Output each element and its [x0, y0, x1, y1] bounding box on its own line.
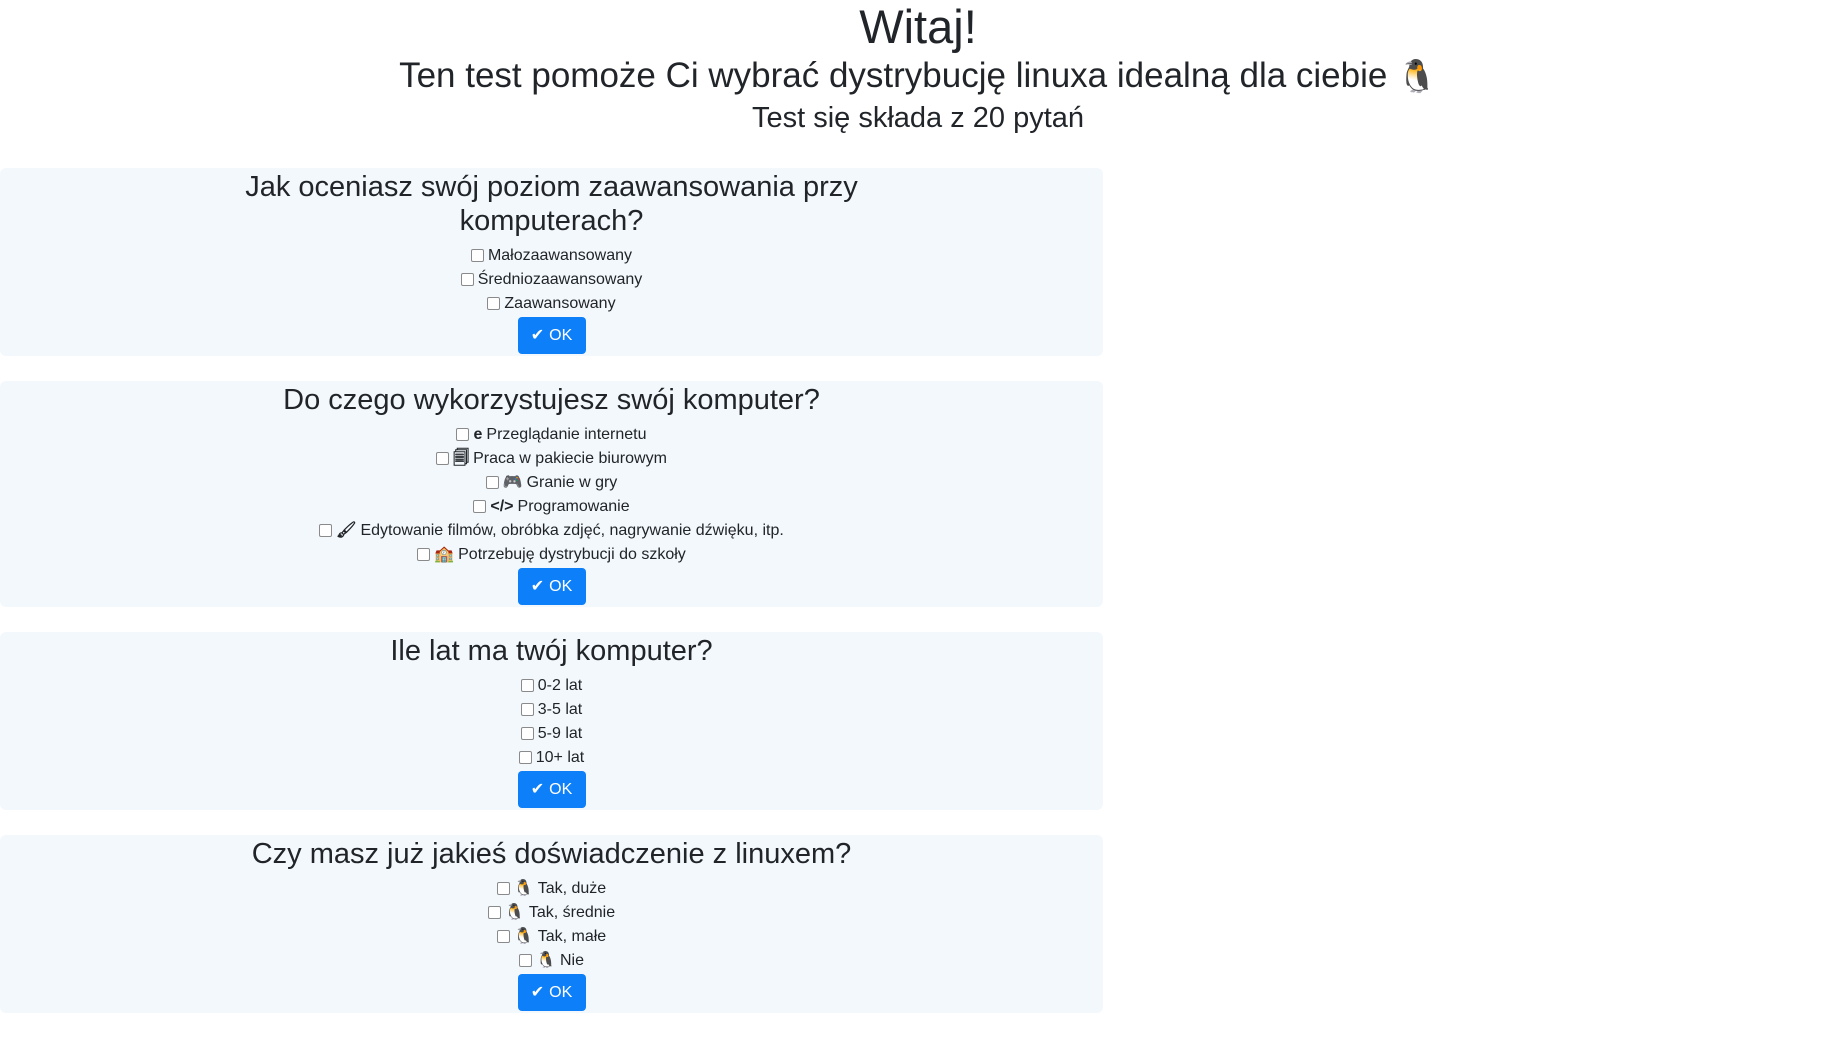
answer-checkbox[interactable]: [519, 954, 533, 967]
answer-option[interactable]: 🎮 Granie w gry: [0, 471, 1103, 495]
answer-label: 5-9 lat: [537, 725, 583, 742]
check-icon: ✔: [530, 578, 545, 595]
answer-option[interactable]: 10+ lat: [0, 746, 1103, 770]
ok-button[interactable]: ✔ OK: [517, 771, 586, 808]
answer-label: Małozaawansowany: [487, 247, 633, 264]
answer-label: Potrzebuję dystrybucji do szkoły: [458, 546, 686, 563]
question-title: Jak oceniasz swój poziom zaawansowania p…: [245, 171, 858, 237]
answer-checkbox[interactable]: [485, 476, 499, 489]
answer-checkbox[interactable]: [456, 428, 470, 441]
answer-checkbox[interactable]: [520, 727, 534, 740]
answer-checkbox[interactable]: [487, 297, 501, 310]
option-list: 0-2 lat 3-5 lat 5-9 lat 10+ lat: [0, 674, 1103, 770]
answer-label: Edytowanie filmów, obróbka zdjęć, nagryw…: [360, 522, 784, 539]
code-icon: </>: [490, 498, 514, 515]
tux-icon: 🐧: [536, 952, 556, 969]
answer-label: Przeglądanie internetu: [486, 426, 647, 443]
question-card: Jak oceniasz swój poziom zaawansowania p…: [0, 168, 1103, 356]
answer-label: 10+ lat: [535, 749, 585, 766]
school-icon: 🏫: [434, 546, 455, 563]
answer-label: Zaawansowany: [504, 295, 616, 312]
answer-checkbox[interactable]: [520, 679, 534, 692]
answer-option[interactable]: 🗐 Praca w pakiecie biurowym: [0, 447, 1103, 471]
page-subtitle: Ten test pomoże Ci wybrać dystrybucję li…: [0, 54, 1836, 98]
answer-checkbox[interactable]: [496, 882, 510, 895]
answer-label: Tak, małe: [537, 928, 607, 945]
answer-option[interactable]: 🐧 Tak, małe: [0, 925, 1103, 949]
question-title: Czy masz już jakieś doświadczenie z linu…: [251, 838, 852, 870]
ok-button-label: OK: [549, 327, 573, 344]
answer-option[interactable]: 3-5 lat: [0, 698, 1103, 722]
tux-icon: 🐧: [1397, 58, 1437, 94]
answer-checkbox[interactable]: [496, 930, 510, 943]
check-icon: ✔: [530, 781, 545, 798]
answer-label: Średniozaawansowany: [477, 271, 643, 288]
answer-option[interactable]: Zaawansowany: [0, 292, 1103, 316]
answer-label: Nie: [559, 952, 584, 969]
answer-option[interactable]: Małozaawansowany: [0, 244, 1103, 268]
check-icon: ✔: [530, 327, 545, 344]
page-title: Witaj!: [859, 0, 977, 53]
ok-button[interactable]: ✔ OK: [517, 974, 586, 1011]
answer-checkbox[interactable]: [436, 452, 450, 465]
answer-option[interactable]: 5-9 lat: [0, 722, 1103, 746]
gamepad-icon: 🎮: [502, 474, 523, 491]
answer-label: Praca w pakiecie biurowym: [473, 450, 667, 467]
question-card: Czy masz już jakieś doświadczenie z linu…: [0, 835, 1103, 1013]
tux-icon: 🐧: [504, 904, 525, 921]
internet-explorer-icon: e: [473, 426, 483, 443]
paintbrush-icon: 🖌: [336, 522, 357, 539]
option-list: Małozaawansowany Średniozaawansowany Zaawa…: [0, 244, 1103, 316]
answer-checkbox[interactable]: [460, 273, 474, 286]
answer-option[interactable]: 🏫 Potrzebuję dystrybucji do szkoły: [0, 543, 1103, 567]
answer-checkbox[interactable]: [417, 548, 431, 561]
answer-label: Granie w gry: [526, 474, 618, 491]
question-card: Do czego wykorzystujesz swój komputer? e P…: [0, 381, 1103, 607]
answer-checkbox[interactable]: [518, 751, 532, 764]
ok-button-label: OK: [549, 984, 573, 1001]
answer-checkbox[interactable]: [319, 524, 333, 537]
answer-label: 3-5 lat: [537, 701, 583, 718]
option-list: 🐧 Tak, duże 🐧 Tak, średnie 🐧 Tak, małe 🐧 Nie: [0, 877, 1103, 973]
answer-label: Tak, duże: [537, 880, 607, 897]
answer-checkbox[interactable]: [470, 249, 484, 262]
subtitle-text: Ten test pomoże Ci wybrać dystrybucję li…: [399, 56, 1388, 95]
answer-checkbox[interactable]: [520, 703, 534, 716]
option-list: e Przeglądanie internetu 🗐 Praca w pakiecie…: [0, 423, 1103, 567]
office-icon: 🗐: [453, 450, 470, 467]
answer-option[interactable]: 🐧 Tak, średnie: [0, 901, 1103, 925]
question-count: Test się składa z 20 pytań: [751, 102, 1085, 134]
tux-icon: 🐧: [513, 928, 534, 945]
question-title: Do czego wykorzystujesz swój komputer?: [283, 384, 820, 416]
answer-option[interactable]: Średniozaawansowany: [0, 268, 1103, 292]
check-icon: ✔: [530, 984, 545, 1001]
tux-icon: 🐧: [513, 880, 534, 897]
answer-checkbox[interactable]: [473, 500, 487, 513]
answer-option[interactable]: e Przeglądanie internetu: [0, 423, 1103, 447]
answer-checkbox[interactable]: [487, 906, 501, 919]
answer-label: Programowanie: [517, 498, 630, 515]
ok-button-label: OK: [549, 578, 573, 595]
question-list: Jak oceniasz swój poziom zaawansowania p…: [0, 168, 1103, 1038]
answer-option[interactable]: </> Programowanie: [0, 495, 1103, 519]
answer-option[interactable]: 🖌 Edytowanie filmów, obróbka zdjęć, nagry…: [0, 519, 1103, 543]
answer-option[interactable]: 🐧 Nie: [0, 949, 1103, 973]
answer-label: 0-2 lat: [537, 677, 583, 694]
page-header: Witaj! Ten test pomoże Ci wybrać dystryb…: [0, 0, 1836, 138]
answer-option[interactable]: 0-2 lat: [0, 674, 1103, 698]
answer-option[interactable]: 🐧 Tak, duże: [0, 877, 1103, 901]
answer-label: Tak, średnie: [528, 904, 616, 921]
ok-button[interactable]: ✔ OK: [517, 568, 586, 605]
question-title: Ile lat ma twój komputer?: [390, 635, 713, 667]
ok-button-label: OK: [549, 781, 573, 798]
ok-button[interactable]: ✔ OK: [517, 317, 586, 354]
question-card: Ile lat ma twój komputer? 0-2 lat 3-5 lat 5…: [0, 632, 1103, 810]
